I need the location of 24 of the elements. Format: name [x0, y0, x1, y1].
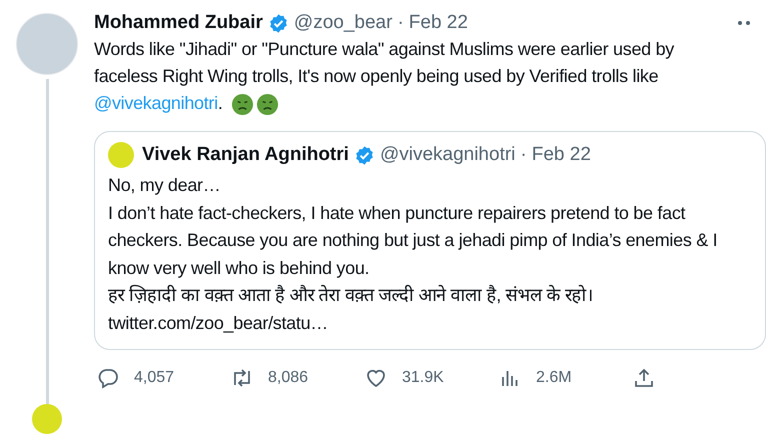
author-name: Vivek Ranjan Agnihotri — [142, 143, 349, 167]
separator: · — [520, 143, 527, 167]
nauseated-face-icon — [256, 92, 279, 116]
nauseated-face-icon — [230, 92, 254, 116]
quoted-tweet-text: No, my dear… — [108, 174, 222, 197]
more-icon[interactable] — [736, 20, 752, 26]
reply-icon[interactable] — [96, 366, 120, 390]
tweet-date: Feb 22 — [532, 143, 591, 167]
author-handle[interactable]: @zoo_bear — [294, 10, 392, 36]
action-count: 2.6M — [536, 368, 572, 388]
share-icon[interactable] — [632, 366, 656, 390]
quoted-tweet-text: हर ज़िहादी का वक़्त आता है और तेरा वक़्त जल्दी आने वाला है, संभल के रहो। — [108, 284, 594, 307]
action-count: 4,057 — [134, 368, 174, 388]
avatar — [108, 142, 134, 168]
quoted-tweet-card[interactable] — [94, 131, 766, 350]
tweet-link[interactable]: twitter.com/zoo_bear/statu… — [108, 310, 732, 337]
tweet-text: Words like "Jihadi" or "Puncture wala" against Muslims were earlier used by faceless Right Wing trolls, It's now openly being used by Verified trolls like @vivekagnihotri. — [94, 36, 758, 117]
tweet-date[interactable]: Feb 22 — [408, 10, 468, 36]
quoted-tweet-text: I don’t hate fact-checkers, I hate when puncture repairers pretend to be fact checkers. Because you are nothing but just a jehadi pimp of India’s enemies & I know very well who is behind you. — [108, 202, 718, 280]
separator: · — [397, 11, 404, 35]
author-name[interactable]: Mohammed Zubair — [94, 10, 263, 36]
action-count: 8,086 — [268, 368, 308, 388]
author-handle: @vivekagnihotri — [380, 143, 516, 167]
action-count: 31.9K — [402, 368, 444, 388]
